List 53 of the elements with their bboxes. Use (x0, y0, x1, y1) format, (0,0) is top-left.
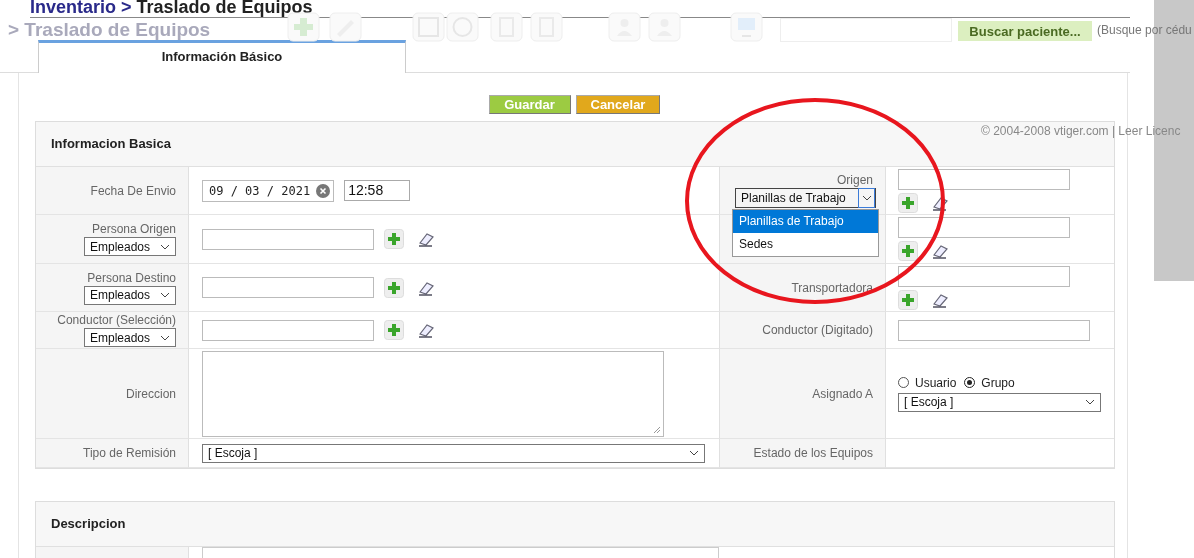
time-field[interactable]: 12:58 (344, 180, 411, 201)
person-type-dropdown[interactable]: Empleados (84, 237, 176, 256)
field-label: Asignado A (812, 386, 873, 401)
origin-dropdown[interactable]: Planillas de Trabajo (735, 188, 876, 208)
lookup-field[interactable] (898, 168, 1070, 190)
search-hint: (Busque por cédu (1097, 23, 1192, 37)
clear-icon[interactable] (316, 183, 331, 198)
chevron-down-icon (160, 292, 170, 298)
lookup-field[interactable] (898, 217, 1070, 238)
add-icon[interactable] (898, 192, 918, 213)
field-label: Conductor (Digitado) (762, 323, 873, 337)
date-field[interactable]: 09 / 03 / 2021 (202, 179, 335, 202)
remision-type-dropdown[interactable]: [ Escoja ] (202, 443, 705, 463)
text-field[interactable] (898, 319, 1090, 341)
dropdown-option[interactable]: Sedes (733, 233, 878, 256)
pencil-icon[interactable] (329, 12, 362, 42)
add-icon[interactable] (384, 277, 404, 298)
radio-label[interactable]: Usuario (915, 375, 957, 390)
lookup-field[interactable] (202, 319, 374, 341)
add-icon[interactable] (384, 229, 404, 249)
add-icon[interactable] (384, 320, 404, 340)
chevron-down-icon (1085, 399, 1095, 405)
field-label: Estado de los Equipos (753, 446, 873, 460)
field-label: Origen (836, 173, 873, 187)
chevron-down-icon (689, 450, 699, 456)
person-type-dropdown[interactable]: Empleados (84, 285, 176, 305)
add-icon[interactable] (898, 241, 918, 261)
search-field[interactable] (780, 18, 952, 42)
lookup-field[interactable] (202, 228, 374, 250)
add-icon[interactable] (898, 289, 918, 310)
person-type-dropdown[interactable]: Empleados (84, 328, 176, 347)
resize-grip-icon[interactable] (653, 425, 661, 434)
chevron-down-icon (160, 334, 170, 341)
group-dropdown[interactable]: [ Escoja ] (898, 392, 1101, 412)
section-header: Descripcion (36, 502, 1114, 547)
field-label: Fecha De Envio (90, 183, 176, 198)
copyright-text: © 2004-2008 vtiger.com | Leer Licenc (981, 124, 1181, 138)
address-textarea[interactable] (202, 350, 664, 437)
field-label: Transportadora (791, 280, 873, 295)
lookup-field[interactable] (202, 277, 374, 298)
search-button[interactable]: Buscar paciente... (958, 21, 1092, 41)
field-label: Conductor (Selección) (57, 313, 176, 327)
field-label: Persona Origen (91, 222, 176, 236)
tab[interactable]: Información Básico (38, 40, 406, 73)
field-label: Direccion (126, 386, 176, 401)
field-label: Persona Destino (87, 270, 176, 285)
page-title: > Traslado de Equipos (8, 19, 211, 41)
chevron-down-icon (160, 243, 170, 250)
radio-label[interactable]: Grupo (981, 375, 1015, 390)
chevron-down-icon (861, 195, 872, 201)
lookup-field[interactable] (898, 265, 1070, 287)
dropdown-option[interactable]: Planillas de Trabajo (733, 210, 878, 233)
field-label: Tipo de Remisión (83, 446, 176, 460)
